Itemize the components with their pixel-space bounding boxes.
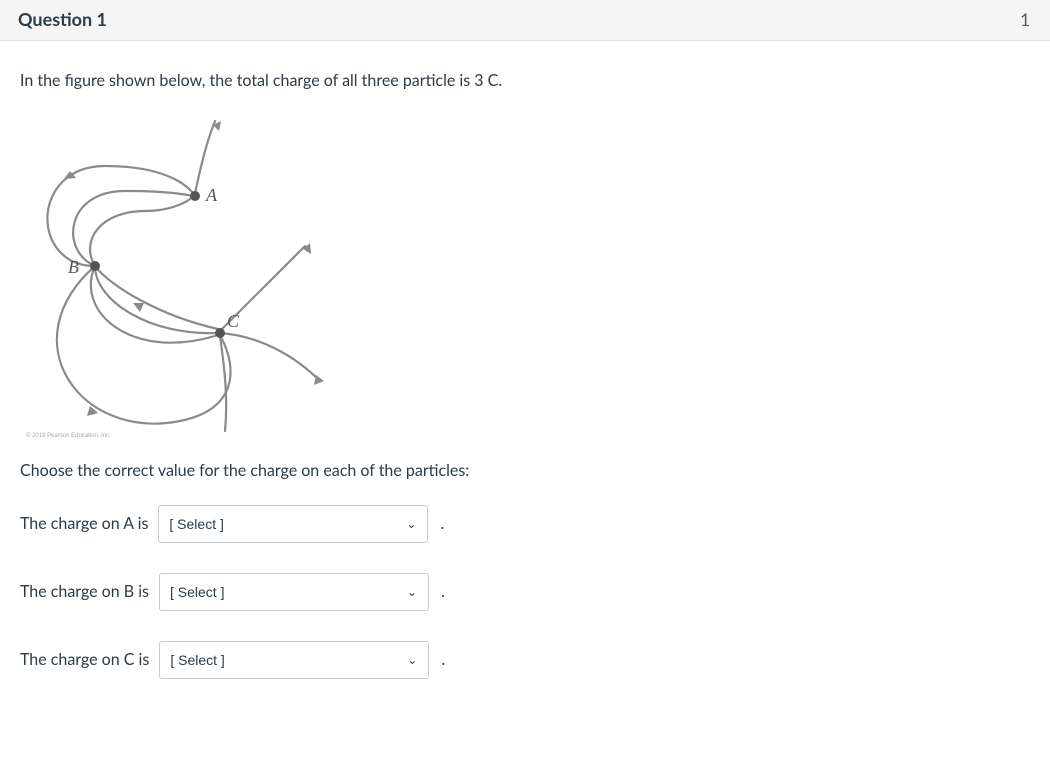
- instruction-text: Choose the correct value for the charge …: [20, 459, 1030, 483]
- figure-label-b: B: [68, 257, 79, 277]
- figure: A B C © 2019 Pearson Education, Inc.: [20, 111, 1030, 441]
- field-lines-figure: A B C © 2019 Pearson Education, Inc.: [20, 111, 330, 441]
- figure-copyright: © 2019 Pearson Education, Inc.: [26, 432, 111, 439]
- answer-suffix-c: .: [441, 648, 445, 672]
- answer-row-b: The charge on B is [ Select ] ⌄ .: [20, 573, 1030, 611]
- question-body: In the figure shown below, the total cha…: [0, 41, 1050, 749]
- answer-label-b: The charge on B is: [20, 580, 149, 604]
- select-charge-c[interactable]: [ Select ]: [159, 641, 429, 679]
- figure-label-a: A: [205, 185, 218, 205]
- question-points: 1: [1020, 9, 1032, 30]
- answer-suffix-b: .: [441, 580, 445, 604]
- answer-label-a: The charge on A is: [20, 512, 148, 536]
- prompt-text: In the figure shown below, the total cha…: [20, 69, 1030, 93]
- answer-suffix-a: .: [440, 512, 444, 536]
- select-charge-b[interactable]: [ Select ]: [159, 573, 429, 611]
- select-charge-a[interactable]: [ Select ]: [158, 505, 428, 543]
- answer-row-a: The charge on A is [ Select ] ⌄ .: [20, 505, 1030, 543]
- question-title: Question 1: [18, 8, 107, 30]
- answer-row-c: The charge on C is [ Select ] ⌄ .: [20, 641, 1030, 679]
- figure-label-c: C: [227, 311, 240, 331]
- question-header: Question 1 1: [0, 0, 1050, 41]
- answer-label-c: The charge on C is: [20, 648, 149, 672]
